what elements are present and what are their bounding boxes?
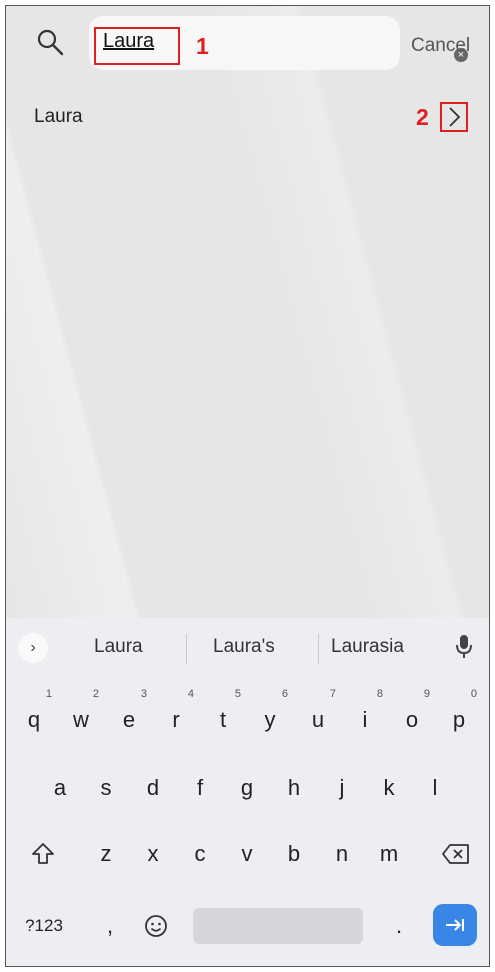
key-a[interactable]: a bbox=[40, 766, 80, 810]
key-r[interactable]: r4 bbox=[156, 688, 196, 742]
expand-suggestions-icon[interactable]: › bbox=[18, 633, 48, 663]
backspace-icon bbox=[442, 844, 469, 864]
enter-key[interactable] bbox=[433, 904, 477, 946]
space-key[interactable] bbox=[193, 908, 363, 944]
search-result-label: Laura bbox=[34, 106, 83, 127]
suggestion-divider bbox=[318, 634, 319, 664]
key-p[interactable]: p0 bbox=[439, 688, 479, 742]
suggestion-3[interactable]: Laurasia bbox=[331, 636, 404, 658]
key-c[interactable]: c bbox=[180, 832, 220, 876]
emoji-icon bbox=[145, 915, 167, 937]
annotation-marker-2: 2 bbox=[416, 104, 429, 130]
key-d[interactable]: d bbox=[133, 766, 173, 810]
cancel-button[interactable]: Cancel bbox=[411, 35, 470, 57]
period-key[interactable]: . bbox=[384, 904, 414, 948]
search-bar: × 1 Cancel bbox=[6, 6, 489, 88]
tab-forward-icon bbox=[446, 919, 464, 931]
annotation-marker-1: 1 bbox=[196, 33, 209, 59]
key-e[interactable]: e3 bbox=[109, 688, 149, 742]
key-g[interactable]: g bbox=[227, 766, 267, 810]
microphone-icon[interactable] bbox=[454, 632, 474, 662]
key-m[interactable]: m bbox=[369, 832, 409, 876]
phone-screen: × 1 Cancel Laura 2 › Laura Laura's Laura… bbox=[5, 5, 490, 967]
key-w[interactable]: w2 bbox=[61, 688, 101, 742]
suggestion-2[interactable]: Laura's bbox=[213, 636, 275, 658]
key-n[interactable]: n bbox=[322, 832, 362, 876]
shift-icon bbox=[32, 843, 54, 864]
search-icon[interactable] bbox=[36, 28, 64, 56]
key-v[interactable]: v bbox=[227, 832, 267, 876]
search-result-row[interactable]: Laura 2 bbox=[6, 94, 489, 140]
suggestion-1[interactable]: Laura bbox=[94, 636, 143, 658]
search-screen: × 1 Cancel Laura 2 bbox=[6, 6, 489, 618]
suggestion-strip: › Laura Laura's Laurasia bbox=[6, 618, 489, 678]
key-x[interactable]: x bbox=[133, 832, 173, 876]
chevron-right-icon[interactable] bbox=[442, 104, 466, 130]
key-u[interactable]: u7 bbox=[298, 688, 338, 742]
key-f[interactable]: f bbox=[180, 766, 220, 810]
key-k[interactable]: k bbox=[369, 766, 409, 810]
key-t[interactable]: t5 bbox=[203, 688, 243, 742]
backspace-key[interactable] bbox=[434, 832, 478, 876]
key-z[interactable]: z bbox=[86, 832, 126, 876]
key-j[interactable]: j bbox=[322, 766, 362, 810]
key-l[interactable]: l bbox=[415, 766, 455, 810]
key-s[interactable]: s bbox=[86, 766, 126, 810]
annotation-box-2 bbox=[440, 102, 468, 132]
symbols-key[interactable]: ?123 bbox=[18, 904, 70, 948]
emoji-key[interactable] bbox=[136, 904, 176, 948]
key-q[interactable]: q1 bbox=[14, 688, 54, 742]
annotation-box-1 bbox=[94, 27, 180, 65]
key-b[interactable]: b bbox=[274, 832, 314, 876]
suggestion-divider bbox=[186, 634, 187, 664]
key-o[interactable]: o9 bbox=[392, 688, 432, 742]
shift-key[interactable] bbox=[21, 832, 65, 876]
comma-key[interactable]: , bbox=[94, 904, 126, 948]
key-y[interactable]: y6 bbox=[250, 688, 290, 742]
key-i[interactable]: i8 bbox=[345, 688, 385, 742]
key-h[interactable]: h bbox=[274, 766, 314, 810]
keyboard: › Laura Laura's Laurasia q1 w2 e3 r4 t5 … bbox=[6, 618, 489, 966]
